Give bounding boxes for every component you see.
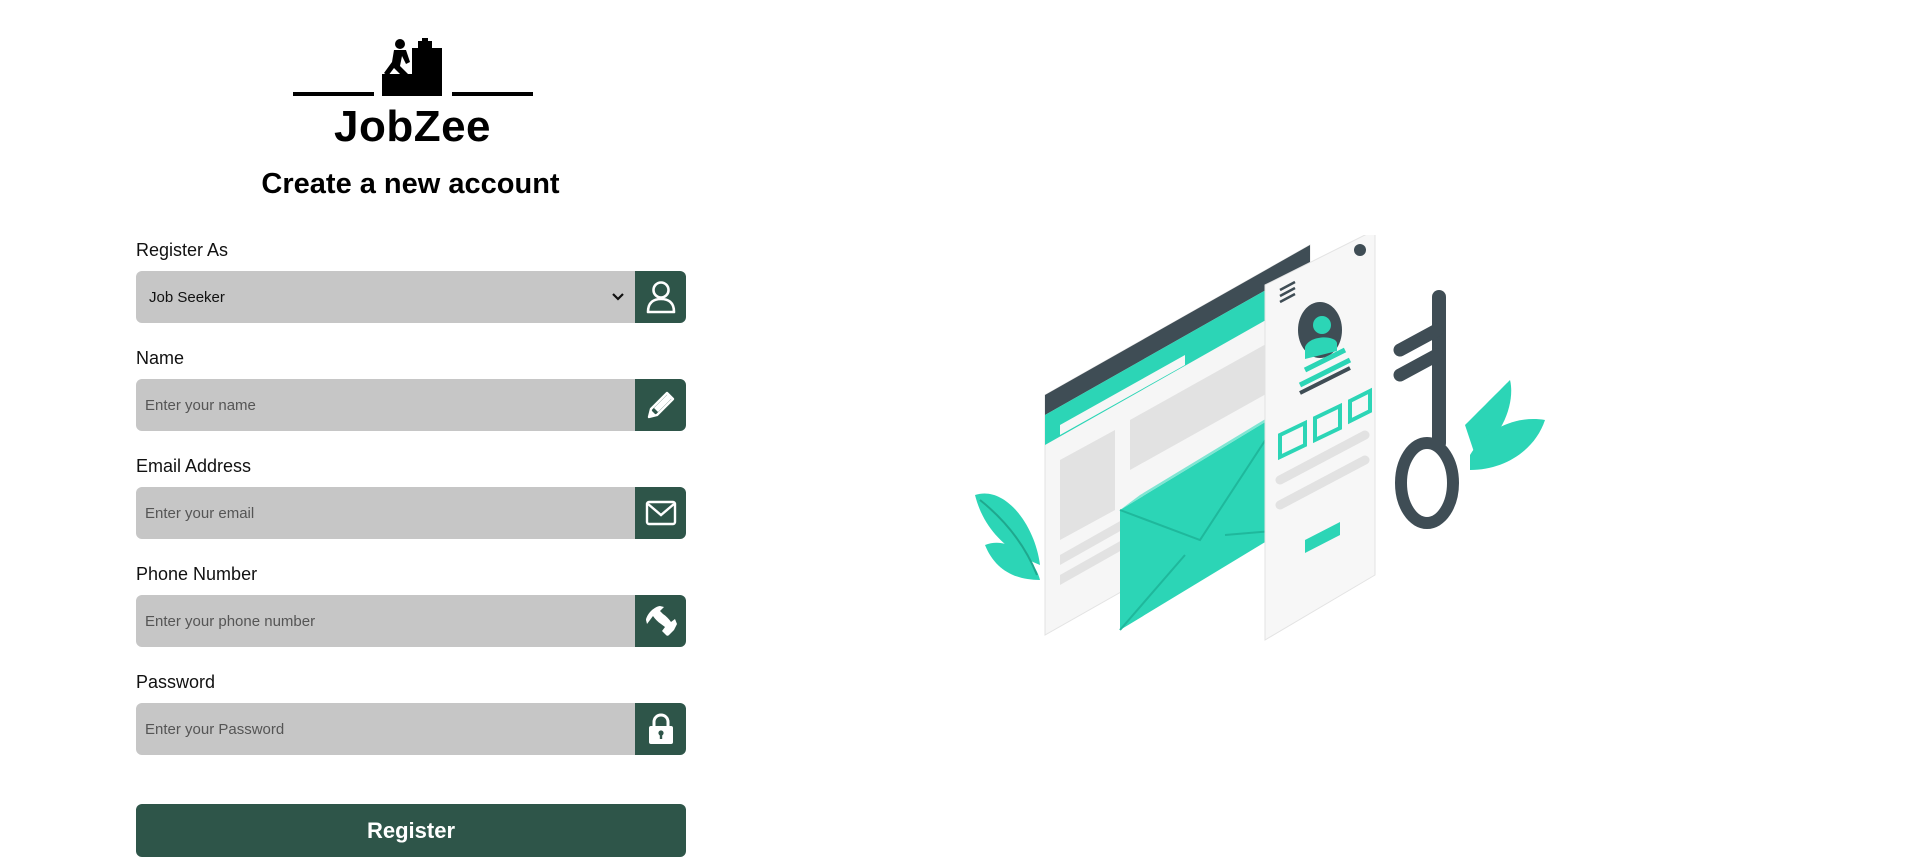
user-icon — [646, 281, 675, 314]
lock-icon — [648, 713, 673, 744]
lock-icon-box — [635, 703, 686, 755]
envelope-icon — [645, 500, 676, 526]
password-input[interactable] — [136, 703, 635, 755]
register-button[interactable]: Register — [136, 804, 686, 857]
password-label: Password — [136, 672, 216, 692]
envelope-icon-box — [635, 487, 686, 539]
register-as-select[interactable]: Job Seeker — [136, 271, 635, 323]
phone-icon-box — [635, 595, 686, 647]
profile-card-icon — [1264, 235, 1376, 641]
phone-row — [136, 595, 686, 647]
register-as-row: Job Seeker — [136, 271, 686, 323]
register-as-label: Register As — [136, 240, 229, 260]
email-row — [136, 487, 686, 539]
password-row — [136, 703, 686, 755]
email-input[interactable] — [136, 487, 635, 539]
name-row — [136, 379, 686, 431]
signup-illustration — [975, 235, 1545, 641]
key-icon — [1393, 290, 1459, 529]
phone-icon — [645, 606, 677, 636]
phone-label: Phone Number — [136, 564, 258, 584]
brand-name: JobZee — [333, 102, 492, 151]
email-label: Email Address — [136, 456, 252, 476]
name-label: Name — [136, 348, 185, 368]
pencil-icon — [647, 391, 674, 419]
pencil-icon-box — [635, 379, 686, 431]
register-panel: JobZee Create a new account Register As … — [0, 0, 830, 860]
page-title: Create a new account — [261, 168, 560, 200]
user-icon-box — [635, 271, 686, 323]
name-input[interactable] — [136, 379, 635, 431]
register-as-select-wrap: Job Seeker — [136, 271, 635, 323]
phone-input[interactable] — [136, 595, 635, 647]
